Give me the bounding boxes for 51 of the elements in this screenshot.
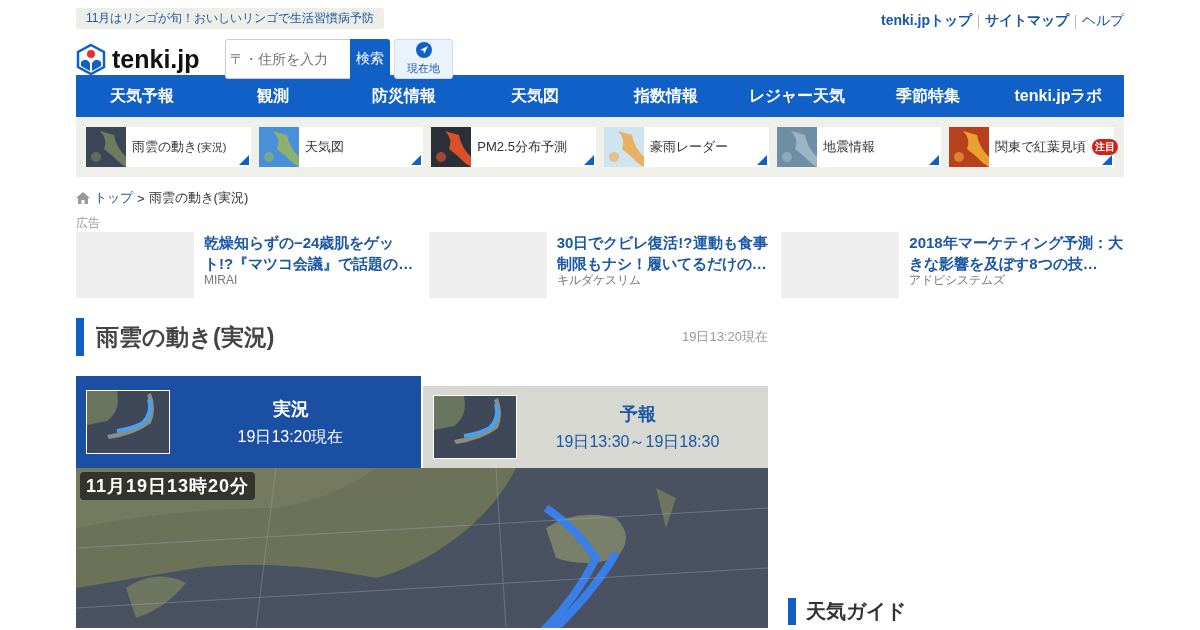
radar-tab[interactable]: 予報 19日13:30～19日18:30 [423,386,768,468]
quick-link-card[interactable]: 豪雨レーダー [604,127,769,167]
map-timestamp: 11月19日13時20分 [80,472,256,500]
top-link[interactable]: tenki.jpトップ [881,12,972,30]
top-link[interactable]: サイトマップ [985,12,1069,30]
corner-triangle-icon [411,155,422,165]
attention-badge: 注目 [1092,139,1119,155]
nav-item[interactable]: tenki.jpラボ [993,75,1124,117]
ad-label: 広告 [76,215,101,232]
corner-triangle-icon [756,155,767,165]
quick-link-label: 豪雨レーダー [650,138,728,156]
breadcrumb-current: 雨雲の動き(実況) [148,189,249,207]
quick-link-label: PM2.5分布予測 [477,138,567,156]
home-icon [76,192,90,204]
section-title: 雨雲の動き(実況) [96,322,276,352]
ad-title[interactable]: 30日でクビレ復活!?運動も食事制限もナシ！履いてるだけの… [556,232,772,274]
breadcrumb-link[interactable]: トップ [94,189,133,207]
sidebar-heading: 天気ガイド [788,598,1124,625]
ad-source: MIRAI [204,274,239,287]
site-logo[interactable]: tenki.jp [76,43,225,75]
corner-triangle-icon [584,155,594,165]
nav-item[interactable]: レジャー天気 [731,75,862,117]
top-link[interactable]: ヘルプ [1082,12,1124,30]
search-field[interactable]: 〒・住所を入力 [225,39,350,79]
quick-link-label: 地震情報 [822,138,875,156]
quick-link-label: 雨雲の動き(実況) [132,138,227,156]
corner-triangle-icon [238,155,249,165]
quick-link-card[interactable]: PM2.5分布予測 [431,127,596,167]
nav-item[interactable]: 指数情報 [600,75,731,117]
quick-link-label: 関東で紅葉見頃 [995,138,1087,156]
nav-item[interactable]: 季節特集 [862,75,993,117]
current-location-button[interactable]: 現在地 [394,39,453,79]
ad-source: キルダケスリム [556,274,642,287]
nav-item[interactable]: 天気図 [469,75,600,117]
quick-link-card[interactable]: 天気図 [258,127,424,167]
quick-link-card[interactable]: 関東で紅葉見頃 注目 [949,127,1115,167]
logo-text: tenki.jp [112,44,200,74]
ad-source: アドビシステムズ [909,274,1007,287]
promo-banner[interactable]: 11月はリンゴが旬！おいしいリンゴで生活習慣病予防 [76,8,385,29]
corner-triangle-icon [1102,155,1113,165]
radar-tab[interactable]: 実況 19日13:20現在 [76,376,421,468]
ad-title[interactable]: 乾燥知らずの−24歳肌をゲット!?『マツコ会議』で話題の… [204,232,419,274]
breadcrumb-separator: > [137,190,145,206]
quick-link-card[interactable]: 雨雲の動き(実況) [86,127,251,167]
quick-link-label: 天気図 [304,138,344,156]
nav-item[interactable]: 天気予報 [76,75,207,117]
corner-triangle-icon [929,155,940,165]
heading-accent-bar [76,318,84,356]
ad-title[interactable]: 2018年マーケティング予測：大きな影響を及ぼす8つの技… [909,232,1124,274]
update-time: 19日13:20現在 [682,328,768,346]
quick-link-card[interactable]: 地震情報 [776,127,942,167]
